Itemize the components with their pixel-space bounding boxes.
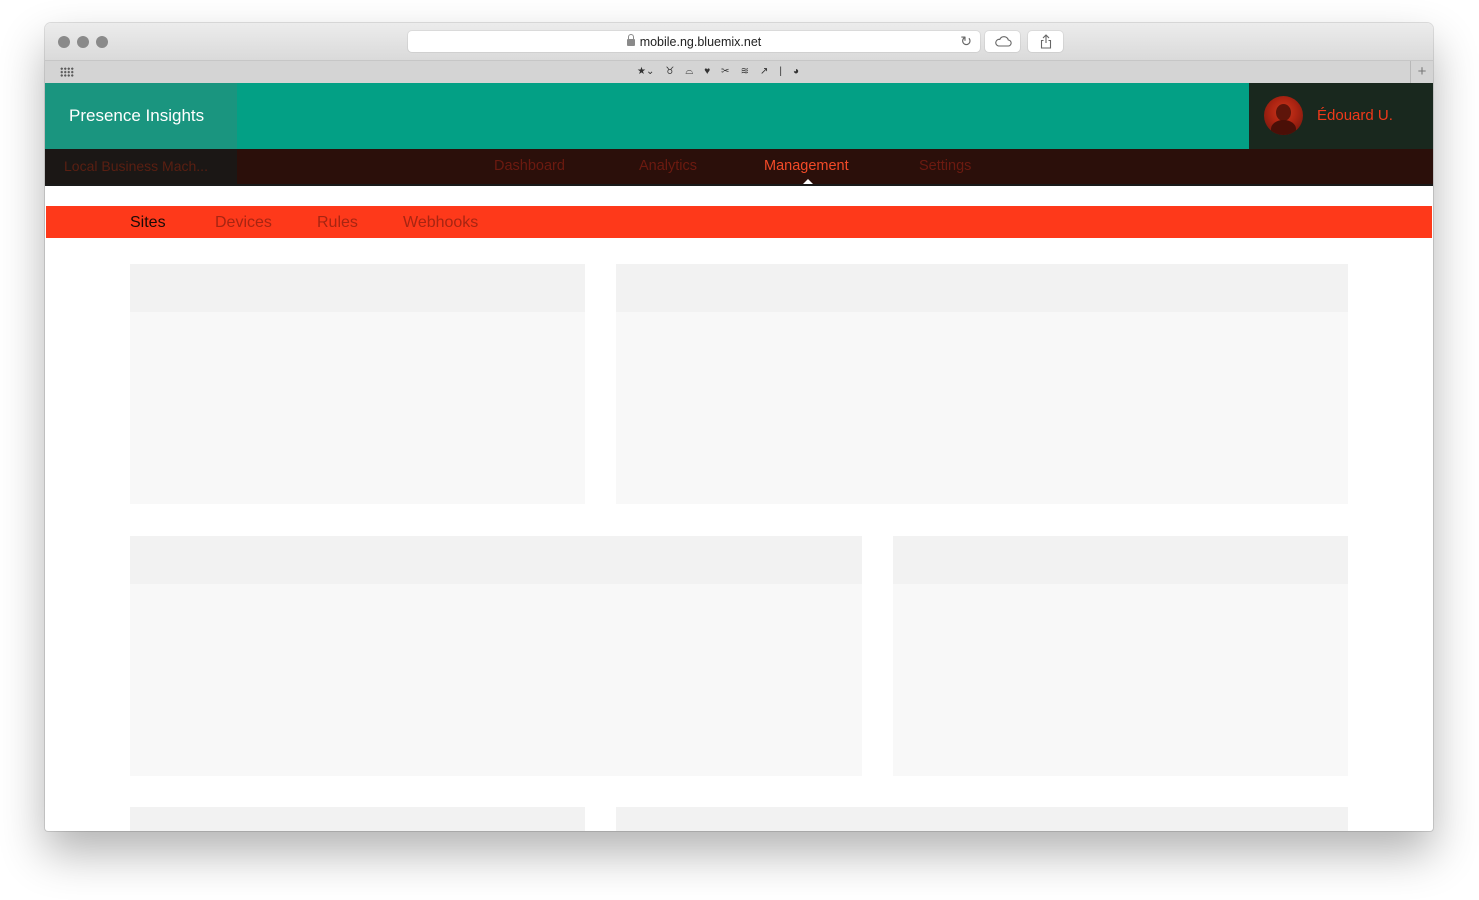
icloud-tabs-button[interactable] [985,31,1020,52]
top-sites-grid-icon[interactable] [60,67,74,77]
main-content [60,238,1418,831]
reload-icon[interactable]: ↻ [960,33,972,50]
bookmark-icon[interactable]: ⌓ [685,64,693,80]
browser-window: mobile.ng.bluemix.net ↻ ★⌄ ♉ ⌓ ♥ ✂ ≋ ↗ |… [45,23,1433,831]
browser-toolbar: mobile.ng.bluemix.net ↻ [45,23,1433,60]
new-tab-button[interactable]: + [1410,61,1433,84]
placeholder-card [893,536,1348,776]
bookmark-heart-icon[interactable]: ♥ [704,64,710,80]
bookmarks-bar: ★⌄ ♉ ⌓ ♥ ✂ ≋ ↗ | ◕ + [45,60,1433,85]
address-bar[interactable]: mobile.ng.bluemix.net ↻ [408,31,980,52]
bookmark-scissors-icon[interactable]: ✂ [721,64,729,80]
nav-settings[interactable]: Settings [919,149,971,184]
tab-sites[interactable]: Sites [130,206,166,240]
user-menu[interactable]: Édouard U. [1249,83,1433,149]
bookmark-arrow-icon[interactable]: ↗ [760,64,768,80]
placeholder-card [616,264,1348,504]
sub-navigation: Sites Devices Rules Webhooks [46,206,1432,238]
minimize-window-button[interactable] [77,36,89,48]
placeholder-card [130,807,585,831]
avatar [1264,96,1303,135]
lock-icon [626,34,635,46]
app-header: Presence Insights Édouard U. [45,83,1433,149]
bookmark-divider-icon: | [779,66,782,77]
bookmark-icon[interactable]: ≋ [741,64,749,80]
bookmark-circle-icon[interactable]: ◕ [793,64,799,80]
placeholder-card-header [130,807,585,831]
placeholder-card-header [130,264,585,312]
organization-selector[interactable]: Local Business Mach... [45,149,237,184]
tab-rules[interactable]: Rules [317,206,358,240]
tab-webhooks[interactable]: Webhooks [403,206,478,240]
nav-analytics[interactable]: Analytics [639,149,697,184]
placeholder-card [616,807,1348,831]
nav-dashboard[interactable]: Dashboard [494,149,565,184]
placeholder-card-header [616,807,1348,831]
placeholder-card-header [893,536,1348,584]
app-brand[interactable]: Presence Insights [45,83,237,149]
share-button[interactable] [1028,31,1063,52]
zoom-window-button[interactable] [96,36,108,48]
placeholder-card [130,536,862,776]
placeholder-card [130,264,585,504]
tab-devices[interactable]: Devices [215,206,272,240]
url-text: mobile.ng.bluemix.net [639,34,762,49]
bookmark-star-icon[interactable]: ★⌄ [637,64,654,80]
bookmark-icon[interactable]: ♉ [665,64,674,80]
main-navigation: Local Business Mach... Dashboard Analyti… [45,149,1433,186]
close-window-button[interactable] [58,36,70,48]
placeholder-card-header [616,264,1348,312]
bookmark-icons: ★⌄ ♉ ⌓ ♥ ✂ ≋ ↗ | ◕ [637,64,799,80]
active-nav-indicator [803,179,813,184]
organization-name: Local Business Mach... [64,158,208,174]
cloud-icon [994,36,1012,47]
share-icon [1040,34,1051,49]
placeholder-card-header [130,536,862,584]
user-name: Édouard U. [1317,107,1393,124]
